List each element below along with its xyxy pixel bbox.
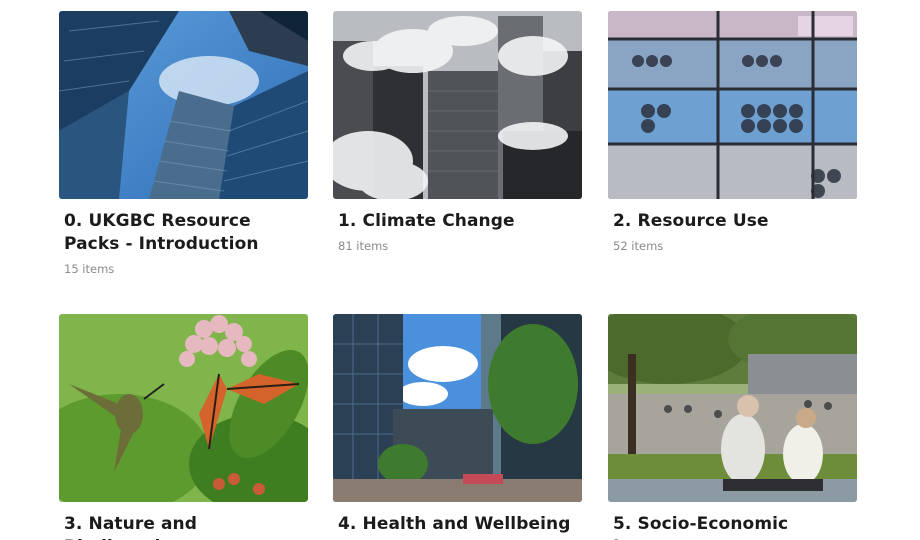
collection-card-introduction[interactable]: 0. UKGBC Resource Packs - Introduction 1… xyxy=(59,11,308,276)
collection-item-count: 81 items xyxy=(338,239,389,253)
skyscrapers-image[interactable] xyxy=(59,11,308,199)
collection-card-climate-change[interactable]: 1. Climate Change 81 items xyxy=(333,11,582,253)
collection-title[interactable]: 4. Health and Wellbeing xyxy=(338,513,582,536)
people-plaza-image[interactable] xyxy=(608,314,857,502)
city-smog-image[interactable] xyxy=(333,11,582,199)
pipes-image[interactable] xyxy=(608,11,857,199)
city-square-image[interactable] xyxy=(333,314,582,502)
collection-title[interactable]: 0. UKGBC Resource Packs - Introduction xyxy=(64,210,308,256)
collection-title[interactable]: 3. Nature and Biodiversity xyxy=(64,513,308,540)
collections-grid: 0. UKGBC Resource Packs - Introduction 1… xyxy=(0,0,920,540)
collection-title[interactable]: 1. Climate Change xyxy=(338,210,582,233)
collection-card-health-wellbeing[interactable]: 4. Health and Wellbeing xyxy=(333,314,582,540)
collection-card-socio-economic[interactable]: 5. Socio-Economic Impact xyxy=(608,314,857,540)
collection-title[interactable]: 5. Socio-Economic Impact xyxy=(613,513,857,540)
collection-item-count: 52 items xyxy=(613,239,664,253)
collection-item-count: 15 items xyxy=(64,262,115,276)
collection-title[interactable]: 2. Resource Use xyxy=(613,210,857,233)
hummingbird-image[interactable] xyxy=(59,314,308,502)
collection-card-resource-use[interactable]: 2. Resource Use 52 items xyxy=(608,11,857,253)
collection-card-nature-biodiversity[interactable]: 3. Nature and Biodiversity xyxy=(59,314,308,540)
